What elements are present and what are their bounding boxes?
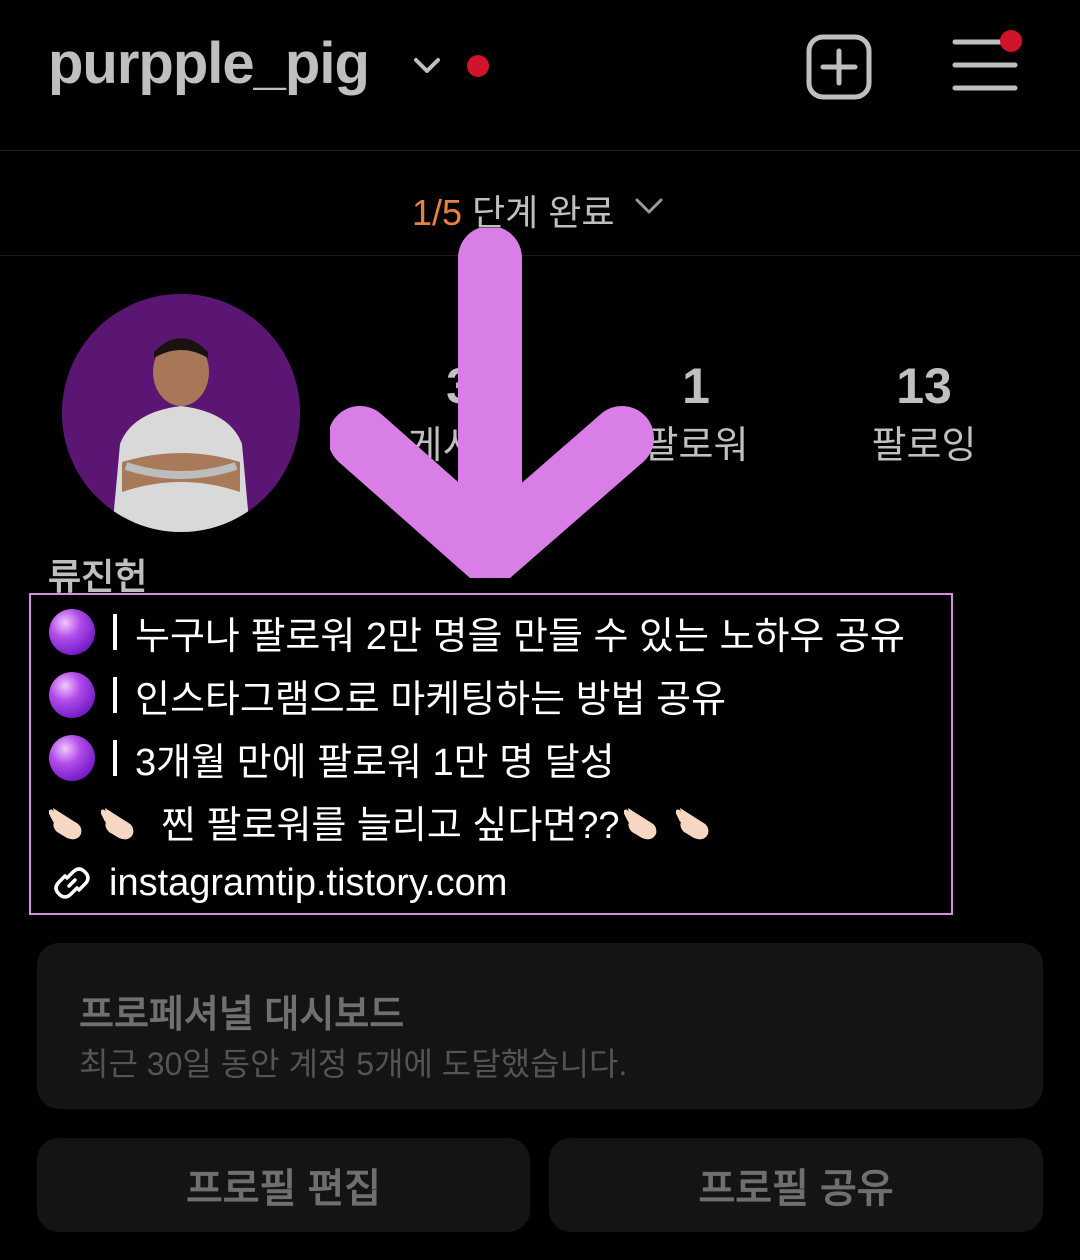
progress-count: 1/5 (412, 192, 463, 233)
progress-label: 단계 완료 (462, 192, 615, 233)
dashboard-title: 프로페셔널 대시보드 (79, 994, 405, 1036)
username-switcher[interactable]: purpple_pig (48, 30, 370, 97)
bio-link[interactable]: instagramtip.tistory.com (49, 853, 507, 913)
pointing-hand-icon (623, 808, 656, 840)
separator (113, 740, 117, 776)
person-photo (62, 294, 300, 532)
purple-orb-icon (49, 609, 95, 655)
pointing-hand-icon (49, 808, 82, 840)
bio-text: 누구나 팔로워 2만 명을 만들 수 있는 노하우 공유 (135, 615, 905, 658)
menu-notification-dot (1000, 30, 1022, 52)
avatar[interactable] (62, 294, 300, 532)
pointing-hand-icon (675, 808, 708, 840)
purple-orb-icon (49, 672, 95, 718)
bio-line: 3개월 만에 팔로워 1만 명 달성 (49, 728, 615, 788)
bio-text: 인스타그램으로 마케팅하는 방법 공유 (135, 678, 727, 721)
separator (113, 614, 117, 650)
chevron-down-icon[interactable] (634, 196, 664, 216)
stat-following[interactable]: 13 팔로잉 (824, 358, 1024, 472)
chevron-down-icon[interactable] (414, 56, 440, 76)
bio-text: 찐 팔로워를 늘리고 싶다면?? (161, 804, 620, 847)
stat-number: 13 (896, 358, 952, 414)
edit-profile-button[interactable]: 프로필 편집 (37, 1138, 530, 1232)
purple-orb-icon (49, 735, 95, 781)
bio-highlight-box: 누구나 팔로워 2만 명을 만들 수 있는 노하우 공유 인스타그램으로 마케팅… (29, 593, 953, 915)
bio-line: 찐 팔로워를 늘리고 싶다면?? (49, 791, 728, 851)
professional-dashboard-card[interactable]: 프로페셔널 대시보드 최근 30일 동안 계정 5개에 도달했습니다. (37, 943, 1043, 1109)
share-profile-button[interactable]: 프로필 공유 (549, 1138, 1043, 1232)
bio-text: 3개월 만에 팔로워 1만 명 달성 (135, 741, 615, 784)
separator (113, 677, 117, 713)
link-text: instagramtip.tistory.com (109, 861, 508, 904)
notification-dot (467, 55, 489, 77)
pointing-hand-icon (101, 808, 134, 840)
plus-square-icon[interactable] (806, 34, 872, 100)
stat-label: 팔로잉 (871, 425, 977, 467)
dashboard-subtitle: 최근 30일 동안 계정 5개에 도달했습니다. (79, 1046, 628, 1082)
bio-line: 인스타그램으로 마케팅하는 방법 공유 (49, 665, 726, 725)
down-arrow-icon (330, 228, 654, 578)
link-icon (54, 867, 90, 899)
bio-line: 누구나 팔로워 2만 명을 만들 수 있는 노하우 공유 (49, 602, 905, 662)
